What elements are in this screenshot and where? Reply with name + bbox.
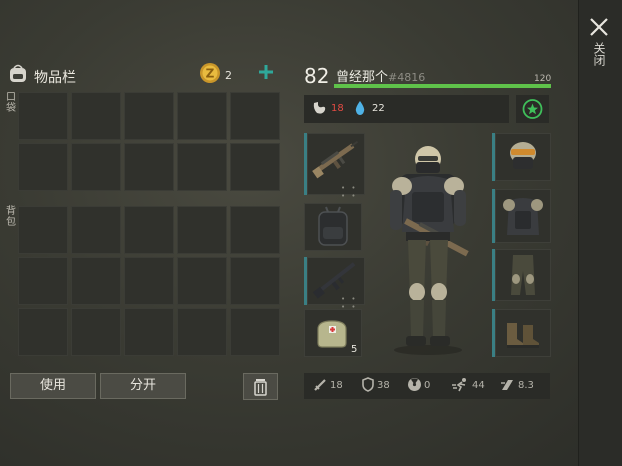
close-icon[interactable] (588, 16, 610, 38)
use-button[interactable]: 使用 (10, 373, 96, 399)
xp-max: 120 (534, 74, 552, 84)
backpack-slot[interactable] (18, 257, 68, 305)
assault-rifle-icon (312, 140, 359, 179)
feet-slot[interactable] (492, 309, 551, 357)
backpack-slot[interactable] (71, 257, 121, 305)
pocket-slot[interactable] (177, 92, 227, 140)
backpack-slot[interactable] (177, 206, 227, 254)
primary-weapon-slot[interactable]: • • • • (304, 133, 365, 200)
backpack-slot[interactable] (230, 257, 280, 305)
trash-button[interactable] (243, 373, 278, 400)
consumable-slot[interactable]: 5 (304, 309, 362, 357)
gold-coin-icon: Z (200, 63, 220, 83)
backpack-slot[interactable] (71, 308, 121, 356)
pocket-slot[interactable] (230, 143, 280, 191)
pocket-slot[interactable] (18, 92, 68, 140)
pocket-slot[interactable] (177, 143, 227, 191)
star-icon (522, 99, 543, 119)
stomach-icon (313, 102, 326, 114)
pocket-slot[interactable] (124, 143, 174, 191)
armor-vest-icon (503, 198, 543, 235)
backpack-grid (18, 206, 280, 356)
backpack-slot[interactable] (18, 206, 68, 254)
pocket-label: 口袋 (6, 92, 16, 114)
boots-icon (507, 323, 539, 348)
water-drop-icon (355, 101, 365, 115)
xp-bar-fill (334, 84, 551, 88)
speed-value: 44 (472, 380, 485, 391)
player-name-group: 曾经那个#4816 (336, 66, 425, 85)
backpack-equip-slot[interactable] (304, 203, 362, 251)
bag-icon (10, 64, 26, 82)
coin-count: 2 (225, 69, 232, 82)
body-slot[interactable] (492, 189, 551, 243)
stealth-value: 8.3 (518, 380, 534, 391)
helmet-icon (510, 142, 536, 169)
backpack-slot[interactable] (230, 308, 280, 356)
pocket-slot[interactable] (18, 143, 68, 191)
secondary-weapon-slot[interactable]: • • • • (304, 257, 365, 311)
backpack-slot[interactable] (18, 308, 68, 356)
backpack-gear-icon (318, 206, 348, 246)
attack-icon (314, 379, 326, 391)
food-value: 18 (331, 103, 344, 114)
radiation-icon (408, 378, 421, 391)
stealth-icon (501, 380, 513, 390)
close-strip (578, 0, 622, 466)
xp-bar (334, 84, 551, 88)
pants-icon (511, 255, 535, 295)
attack-value: 18 (330, 380, 343, 391)
backpack-slot[interactable] (177, 308, 227, 356)
player-id: #4816 (388, 71, 426, 84)
pocket-slot[interactable] (230, 92, 280, 140)
head-slot[interactable] (492, 133, 551, 181)
backpack-slot[interactable] (71, 206, 121, 254)
svg-text:Z: Z (206, 67, 215, 81)
pocket-slot[interactable] (71, 92, 121, 140)
medkit-quantity: 5 (351, 344, 358, 355)
split-button[interactable]: 分开 (100, 373, 186, 399)
player-level: 82 (304, 64, 330, 88)
player-name: 曾经那个 (336, 70, 389, 85)
speed-icon (452, 378, 466, 392)
defense-value: 38 (377, 380, 390, 391)
add-coins-button[interactable] (257, 63, 275, 81)
close-label[interactable]: 关闭 (591, 42, 606, 66)
trash-icon (254, 379, 267, 396)
radiation-value: 0 (424, 380, 431, 391)
rifle-icon (312, 262, 356, 299)
perks-button[interactable] (516, 95, 549, 123)
backpack-slot[interactable] (124, 308, 174, 356)
pocket-slot[interactable] (71, 143, 121, 191)
character-model (390, 146, 469, 355)
shield-icon (362, 377, 374, 392)
backpack-slot[interactable] (177, 257, 227, 305)
legs-slot[interactable] (492, 249, 551, 301)
pocket-grid (18, 92, 280, 191)
pocket-slot[interactable] (124, 92, 174, 140)
backpack-slot[interactable] (124, 206, 174, 254)
backpack-slot[interactable] (124, 257, 174, 305)
backpack-label: 背包 (6, 206, 16, 228)
weapon1-durability-dots: • • • • (341, 184, 358, 200)
water-value: 22 (372, 103, 385, 114)
inventory-title: 物品栏 (34, 70, 76, 86)
backpack-slot[interactable] (230, 206, 280, 254)
